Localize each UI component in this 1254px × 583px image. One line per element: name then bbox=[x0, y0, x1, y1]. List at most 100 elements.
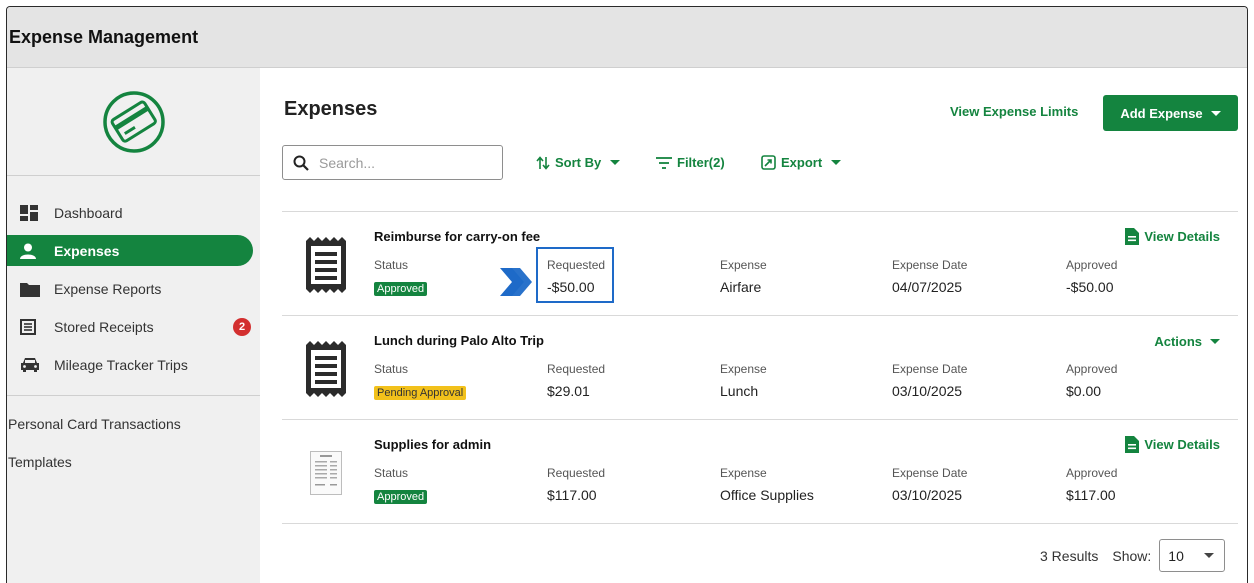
search-box[interactable] bbox=[282, 145, 503, 180]
expense-column: Expense Airfare bbox=[720, 258, 767, 295]
status-label: Status bbox=[374, 258, 409, 272]
expense-date-label: Expense Date bbox=[892, 362, 968, 376]
filter-label: Filter(2) bbox=[677, 155, 725, 170]
sidebar-item-expense-reports[interactable]: Expense Reports bbox=[7, 273, 260, 304]
chevron-down-icon bbox=[831, 160, 842, 165]
chevron-down-icon bbox=[1204, 553, 1215, 558]
sidebar-item-mileage-tracker-trips[interactable]: Mileage Tracker Trips bbox=[7, 349, 260, 380]
date-column: Expense Date 04/07/2025 bbox=[892, 258, 967, 295]
requested-label: Requested bbox=[547, 258, 606, 272]
folder-icon bbox=[20, 280, 42, 298]
actions-menu-button[interactable]: Actions bbox=[1154, 334, 1220, 349]
status-column: Status Pending Approval bbox=[374, 362, 467, 401]
expense-row[interactable]: Reimburse for carry-on fee Status Approv… bbox=[282, 212, 1238, 316]
app-title: Expense Management bbox=[9, 26, 199, 47]
sidebar-item-label: Stored Receipts bbox=[54, 318, 154, 335]
sort-by-label: Sort By bbox=[555, 155, 602, 170]
sidebar-item-templates[interactable]: Templates bbox=[7, 443, 260, 481]
expense-title: Reimburse for carry-on fee bbox=[374, 229, 541, 244]
expense-type-label: Expense bbox=[720, 258, 767, 272]
expense-list: Reimburse for carry-on fee Status Approv… bbox=[282, 211, 1238, 524]
sidebar-secondary-list: Personal Card Transactions Templates bbox=[7, 396, 260, 481]
status-label: Status bbox=[374, 466, 409, 480]
view-details-button[interactable]: View Details bbox=[1125, 436, 1220, 453]
person-icon bbox=[20, 242, 42, 260]
expense-type-value: Lunch bbox=[720, 383, 759, 399]
expense-type-label: Expense bbox=[720, 362, 767, 376]
sidebar-item-label: Mileage Tracker Trips bbox=[54, 356, 188, 373]
approved-value: $0.00 bbox=[1066, 383, 1102, 399]
sidebar-item-dashboard[interactable]: Dashboard bbox=[7, 197, 260, 228]
approved-label: Approved bbox=[1066, 258, 1118, 272]
car-icon bbox=[20, 356, 42, 374]
approved-label: Approved bbox=[1066, 466, 1118, 480]
sidebar-item-label: Expenses bbox=[54, 242, 120, 259]
expense-date-value: 03/10/2025 bbox=[892, 383, 963, 399]
sidebar-item-label: Dashboard bbox=[54, 204, 123, 221]
sidebar-item-stored-receipts[interactable]: Stored Receipts 2 bbox=[7, 311, 260, 342]
receipt-thumbnail-icon bbox=[302, 338, 350, 400]
expense-type-value: Office Supplies bbox=[720, 487, 814, 503]
actions-label: Actions bbox=[1154, 334, 1202, 349]
chevron-down-icon bbox=[1210, 110, 1221, 116]
filter-icon bbox=[656, 156, 672, 169]
search-input[interactable] bbox=[319, 154, 489, 171]
export-label: Export bbox=[781, 155, 823, 170]
sidebar-item-expenses[interactable]: Expenses bbox=[7, 235, 253, 266]
pagination-footer: 3 Results Show: 10 bbox=[1040, 539, 1226, 572]
status-badge: Approved bbox=[374, 282, 428, 296]
requested-column: Requested $29.01 bbox=[547, 362, 605, 399]
expense-date-label: Expense Date bbox=[892, 466, 968, 480]
receipt-thumbnail-icon bbox=[302, 234, 350, 296]
date-column: Expense Date 03/10/2025 bbox=[892, 466, 967, 503]
export-icon bbox=[761, 155, 776, 170]
add-expense-button[interactable]: Add Expense bbox=[1103, 95, 1238, 131]
approved-column: Approved $0.00 bbox=[1066, 362, 1117, 399]
requested-column: Requested $117.00 bbox=[547, 466, 605, 503]
expense-title: Supplies for admin bbox=[374, 437, 492, 452]
dashboard-icon bbox=[20, 204, 42, 222]
expense-row[interactable]: Lunch during Palo Alto Trip Status Pendi… bbox=[282, 316, 1238, 420]
approved-value: $117.00 bbox=[1066, 487, 1116, 503]
page-size-value: 10 bbox=[1168, 547, 1184, 564]
expense-row[interactable]: Supplies for admin Status Approved Reque… bbox=[282, 420, 1238, 524]
sort-by-button[interactable]: Sort By bbox=[536, 155, 621, 170]
chevron-down-icon bbox=[610, 160, 621, 165]
status-column: Status Approved bbox=[374, 258, 428, 297]
page-title: Expenses bbox=[284, 98, 378, 120]
expense-date-label: Expense Date bbox=[892, 258, 968, 272]
requested-value: -$50.00 bbox=[547, 279, 595, 295]
show-label: Show: bbox=[1112, 547, 1152, 564]
main-content: Expenses View Expense Limits Add Expense… bbox=[260, 68, 1247, 583]
notification-badge: 2 bbox=[233, 317, 251, 336]
logo bbox=[7, 68, 260, 176]
approved-value: -$50.00 bbox=[1066, 279, 1114, 295]
sidebar-item-personal-card-transactions[interactable]: Personal Card Transactions bbox=[7, 405, 260, 443]
add-expense-label: Add Expense bbox=[1120, 105, 1203, 121]
receipt-list-icon bbox=[20, 318, 42, 336]
search-icon bbox=[293, 155, 309, 171]
expense-type-value: Airfare bbox=[720, 279, 762, 295]
export-button[interactable]: Export bbox=[761, 155, 842, 170]
double-chevron-right-icon bbox=[500, 268, 532, 296]
title-bar: Expense Management bbox=[7, 7, 1247, 68]
view-expense-limits-link[interactable]: View Expense Limits bbox=[950, 104, 1078, 119]
approved-label: Approved bbox=[1066, 362, 1118, 376]
view-details-button[interactable]: View Details bbox=[1125, 228, 1220, 245]
expense-column: Expense Lunch bbox=[720, 362, 767, 399]
chevron-down-icon bbox=[1210, 339, 1220, 344]
requested-column: Requested -$50.00 bbox=[547, 258, 605, 295]
document-icon bbox=[1125, 436, 1140, 453]
approved-column: Approved $117.00 bbox=[1066, 466, 1117, 503]
approved-column: Approved -$50.00 bbox=[1066, 258, 1117, 295]
filter-button[interactable]: Filter(2) bbox=[656, 155, 725, 170]
date-column: Expense Date 03/10/2025 bbox=[892, 362, 967, 399]
requested-label: Requested bbox=[547, 362, 606, 376]
page-size-select[interactable]: 10 bbox=[1159, 539, 1226, 572]
expense-type-label: Expense bbox=[720, 466, 767, 480]
app-window: Expense Management Dashboard Expenses Ex… bbox=[6, 6, 1248, 583]
expense-date-value: 03/10/2025 bbox=[892, 487, 963, 503]
sidebar-item-label: Expense Reports bbox=[54, 280, 162, 297]
document-icon bbox=[1125, 228, 1140, 245]
sort-icon bbox=[536, 155, 550, 170]
